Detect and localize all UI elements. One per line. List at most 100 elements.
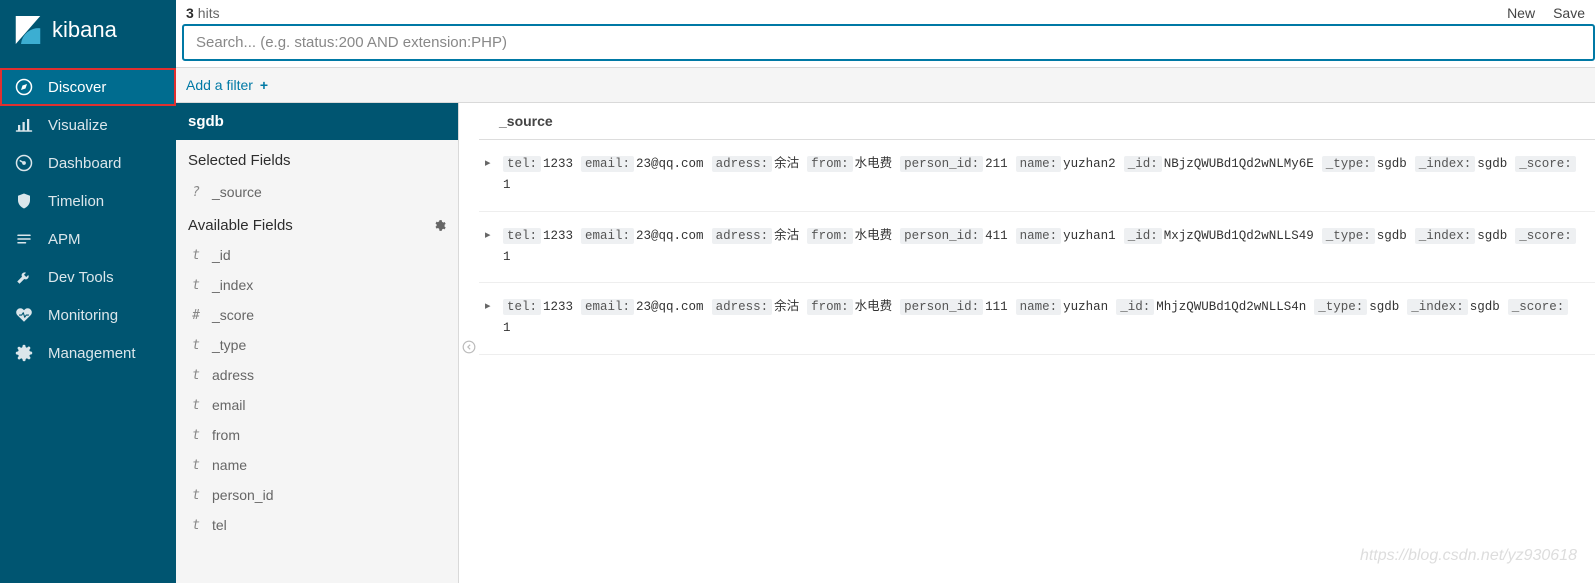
- field-item[interactable]: tadress: [176, 360, 458, 390]
- expand-doc-button[interactable]: ▸: [485, 226, 503, 241]
- kv-value: 1: [503, 178, 511, 192]
- kv-value: 水电费: [855, 300, 893, 314]
- available-fields-list: t_idt_index#_scoret_typetadresstemailtfr…: [176, 240, 458, 540]
- kv-key: name:: [1016, 228, 1062, 244]
- kv-key: _type:: [1322, 228, 1375, 244]
- field-name: _source: [212, 184, 262, 200]
- kv-key: _score:: [1515, 156, 1576, 172]
- nav-item-dashboard[interactable]: Dashboard: [0, 144, 176, 182]
- nav-item-visualize[interactable]: Visualize: [0, 106, 176, 144]
- selected-fields-list: ?_source: [176, 177, 458, 207]
- new-button[interactable]: New: [1507, 5, 1535, 21]
- nav-item-devtools[interactable]: Dev Tools: [0, 258, 176, 296]
- kv-value: sgdb: [1470, 300, 1500, 314]
- field-item[interactable]: t person_id: [176, 480, 458, 510]
- expand-doc-button[interactable]: ▸: [485, 297, 503, 312]
- nav-item-monitoring[interactable]: Monitoring: [0, 296, 176, 334]
- heartbeat-icon: [14, 305, 34, 325]
- add-filter-button[interactable]: Add a filter +: [186, 77, 268, 93]
- kibana-logo-icon: [14, 14, 42, 46]
- kv-key: tel:: [503, 156, 541, 172]
- collapse-panel-button[interactable]: [459, 103, 479, 583]
- results-header[interactable]: _source: [479, 103, 1595, 140]
- kv-key: _type:: [1322, 156, 1375, 172]
- nav-item-label: Monitoring: [48, 307, 118, 324]
- kv-value: 水电费: [855, 229, 893, 243]
- search-input[interactable]: [182, 24, 1595, 61]
- top-actions: New Save: [1507, 5, 1585, 21]
- kv-value: 1233: [543, 229, 573, 243]
- nav-item-label: APM: [48, 231, 81, 248]
- search-row: [176, 24, 1595, 67]
- save-button[interactable]: Save: [1553, 5, 1585, 21]
- field-item[interactable]: t_type: [176, 330, 458, 360]
- nav-item-label: Timelion: [48, 193, 104, 210]
- field-type-icon: #: [188, 308, 204, 323]
- kv-value: sgdb: [1377, 229, 1407, 243]
- nav: Discover Visualize Dashboard Timelion APM Dev…: [0, 68, 176, 372]
- bar-chart-icon: [14, 115, 34, 135]
- kv-key: tel:: [503, 228, 541, 244]
- kv-key: email:: [581, 228, 634, 244]
- nav-item-label: Visualize: [48, 117, 108, 134]
- field-item[interactable]: ttel: [176, 510, 458, 540]
- nav-item-management[interactable]: Management: [0, 334, 176, 372]
- kv-key: _type:: [1314, 299, 1367, 315]
- kv-key: _score:: [1515, 228, 1576, 244]
- field-name: adress: [212, 367, 254, 383]
- kv-key: from:: [807, 228, 853, 244]
- kv-key: person_id:: [900, 156, 983, 172]
- logo[interactable]: kibana: [0, 0, 176, 68]
- doc-source: tel:1233email:23@qq.comadress:余沽from:水电费…: [503, 154, 1585, 197]
- field-item[interactable]: tfrom: [176, 420, 458, 450]
- kv-value: 23@qq.com: [636, 157, 704, 171]
- nav-item-apm[interactable]: APM: [0, 220, 176, 258]
- kv-value: 余沽: [774, 300, 799, 314]
- kv-key: name:: [1016, 156, 1062, 172]
- kv-key: _index:: [1415, 228, 1476, 244]
- kv-value: yuzhan1: [1063, 229, 1116, 243]
- kv-value: 23@qq.com: [636, 229, 704, 243]
- filter-bar: Add a filter +: [176, 68, 1595, 103]
- field-item[interactable]: t_index: [176, 270, 458, 300]
- nav-item-timelion[interactable]: Timelion: [0, 182, 176, 220]
- doc-row: ▸tel:1233email:23@qq.comadress:余沽from:水电…: [479, 140, 1595, 212]
- results: _source ▸tel:1233email:23@qq.comadress:余…: [479, 103, 1595, 583]
- hits-label: hits: [198, 5, 220, 21]
- kv-value: 1233: [543, 157, 573, 171]
- topbar: 3 hits New Save: [176, 0, 1595, 68]
- kv-value: 1: [503, 250, 511, 264]
- kv-key: person_id:: [900, 228, 983, 244]
- field-item[interactable]: #_score: [176, 300, 458, 330]
- field-type-icon: t: [188, 488, 204, 503]
- field-name: person_id: [212, 487, 274, 503]
- add-filter-label: Add a filter: [186, 77, 253, 93]
- field-item[interactable]: tname: [176, 450, 458, 480]
- plus-icon: +: [260, 77, 268, 93]
- field-item[interactable]: ?_source: [176, 177, 458, 207]
- nav-item-label: Discover: [48, 79, 106, 96]
- kv-value: yuzhan2: [1063, 157, 1116, 171]
- kv-key: email:: [581, 299, 634, 315]
- kv-value: 余沽: [774, 229, 799, 243]
- kv-key: _id:: [1124, 228, 1162, 244]
- index-pattern-header[interactable]: sgdb: [176, 103, 458, 140]
- selected-fields-title: Selected Fields: [176, 140, 458, 177]
- gear-icon[interactable]: [433, 219, 446, 232]
- kv-value: 1233: [543, 300, 573, 314]
- nav-item-label: Dashboard: [48, 155, 121, 172]
- available-fields-title: Available Fields: [188, 217, 293, 234]
- kv-key: _id:: [1116, 299, 1154, 315]
- field-name: tel: [212, 517, 227, 533]
- available-fields-header: Available Fields: [176, 207, 458, 240]
- nav-item-discover[interactable]: Discover: [0, 68, 176, 106]
- field-item[interactable]: temail: [176, 390, 458, 420]
- field-type-icon: t: [188, 458, 204, 473]
- list-icon: [14, 229, 34, 249]
- field-name: _type: [212, 337, 246, 353]
- kv-key: from:: [807, 156, 853, 172]
- expand-doc-button[interactable]: ▸: [485, 154, 503, 169]
- doc-row: ▸tel:1233email:23@qq.comadress:余沽from:水电…: [479, 212, 1595, 284]
- kv-key: from:: [807, 299, 853, 315]
- field-item[interactable]: t_id: [176, 240, 458, 270]
